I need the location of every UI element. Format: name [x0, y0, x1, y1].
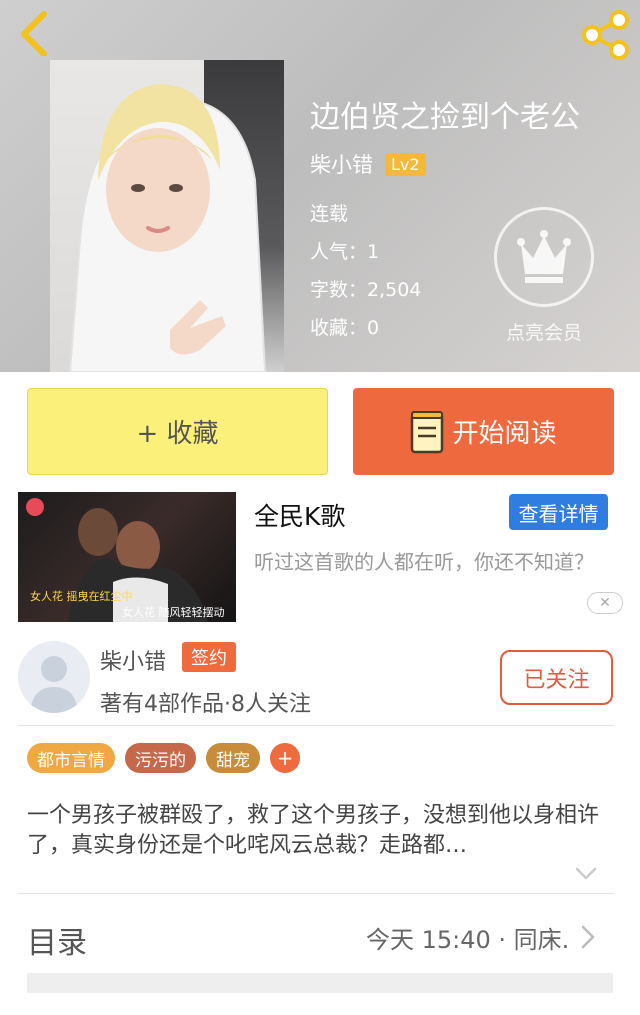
divider: [18, 725, 614, 726]
signed-badge: 签约: [182, 642, 236, 672]
ad-image[interactable]: 女人花 摇曳在红尘中 女人花 随风轻轻摆动: [18, 492, 236, 622]
share-icon: [582, 10, 629, 60]
chevron-down-icon[interactable]: [574, 866, 598, 882]
avatar[interactable]: [18, 641, 90, 713]
status-label: 连载: [310, 203, 349, 225]
level-badge: Lv2: [385, 152, 426, 176]
view-details-button[interactable]: 查看详情: [509, 494, 608, 530]
user-placeholder-icon: [30, 656, 78, 713]
vip-label[interactable]: 点亮会员: [480, 318, 608, 345]
ad-close-button[interactable]: ✕: [587, 592, 623, 614]
tag-list: 都市言情 污污的 甜宠 +: [27, 743, 300, 773]
book-header: 边伯贤之捡到个老公 柴小错 Lv2 连载 人气：1 字数：2,504 收藏：0 …: [0, 0, 640, 372]
start-reading-button[interactable]: 开始阅读: [353, 388, 614, 475]
favorites-stat: 收藏：0: [310, 317, 380, 339]
author-card-name[interactable]: 柴小错: [100, 644, 166, 676]
tag-item[interactable]: 甜宠: [206, 743, 260, 773]
ad-caption-1: 女人花 摇曳在红尘中: [30, 590, 133, 603]
chevron-left-icon: [21, 11, 47, 57]
share-button[interactable]: [578, 10, 634, 60]
book-icon: [411, 410, 444, 453]
author-name[interactable]: 柴小错: [310, 149, 373, 179]
synopsis[interactable]: 一个男孩子被群殴了，救了这个男孩子，没想到他以身相许了，真实身份还是个叱咤风云总…: [27, 801, 613, 861]
tag-item[interactable]: 都市言情: [27, 743, 115, 773]
author-meta: 著有4部作品·8人关注: [100, 692, 311, 717]
add-tag-button[interactable]: +: [270, 743, 300, 773]
ad-caption-2: 女人花 随风轻轻摆动: [122, 606, 225, 619]
vip-button[interactable]: [494, 207, 594, 307]
ad-description: 听过这首歌的人都在听，你还不知道？: [254, 550, 594, 574]
tag-item[interactable]: 污污的: [125, 743, 196, 773]
collect-button[interactable]: + 收藏: [27, 388, 328, 475]
crown-icon: [517, 230, 571, 283]
bottom-bar: [27, 973, 613, 993]
toc-label[interactable]: 目录: [27, 918, 87, 962]
book-title: 边伯贤之捡到个老公: [310, 100, 580, 135]
follow-button[interactable]: 已关注: [500, 650, 613, 705]
ad-title[interactable]: 全民K歌: [254, 497, 345, 533]
book-cover[interactable]: [50, 60, 284, 372]
latest-chapter[interactable]: 今天 15:40 · 同床.: [366, 920, 569, 955]
word-count-stat: 字数：2,504: [310, 279, 422, 301]
start-reading-label: 开始阅读: [452, 419, 557, 449]
popularity-stat: 人气：1: [310, 241, 380, 263]
back-button[interactable]: [14, 8, 58, 57]
author-line: 柴小错 Lv2: [310, 150, 426, 178]
cover-portrait: [68, 84, 267, 372]
divider: [18, 893, 614, 894]
chevron-right-icon[interactable]: [580, 924, 596, 950]
